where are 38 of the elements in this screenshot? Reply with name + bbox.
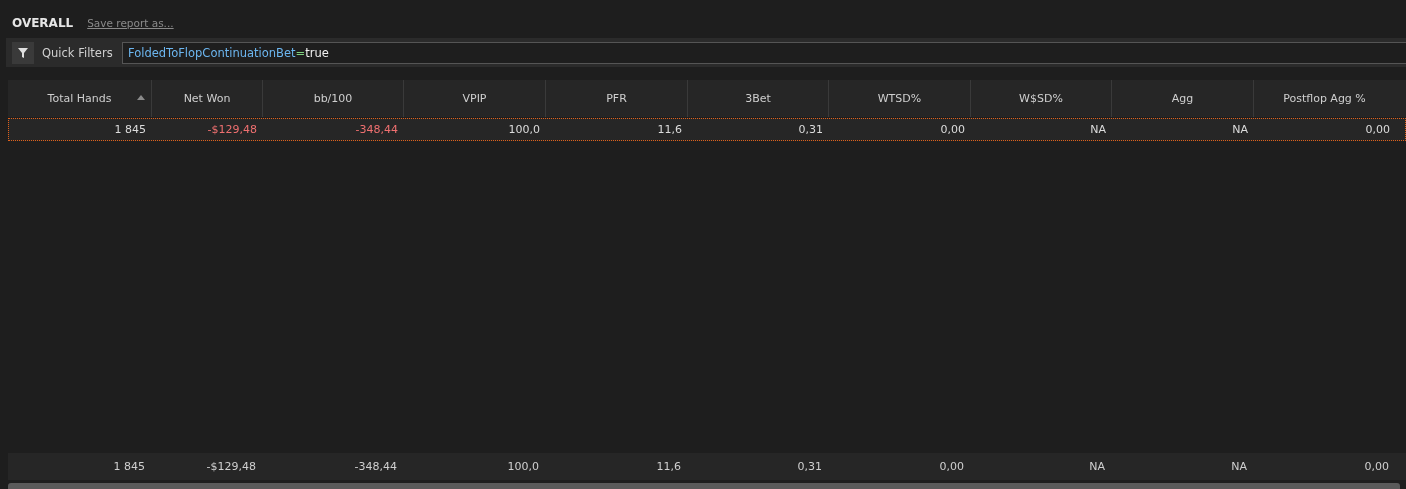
column-header[interactable]: Total Hands <box>8 80 151 117</box>
column-header[interactable]: Postflop Agg % <box>1253 80 1395 117</box>
table-cell-text: 1 845 <box>113 122 147 138</box>
table-cell-text: -348,44 <box>354 122 399 138</box>
filter-button[interactable] <box>12 41 34 64</box>
column-header[interactable]: 3Bet <box>687 80 828 117</box>
column-header[interactable]: Agg <box>1111 80 1253 117</box>
column-header[interactable]: WTSD% <box>828 80 970 117</box>
table-cell-text: 0,00 <box>939 122 966 138</box>
filter-icon <box>18 47 28 58</box>
quick-filters-label: Quick Filters <box>42 45 114 60</box>
table-row[interactable]: 1 845 -$129,48 -348,44 100,0 11,6 0,31 0,00 NA NA 0,00 <box>8 118 1406 141</box>
column-header[interactable]: Net Won <box>151 80 262 117</box>
horizontal-scrollbar[interactable] <box>8 483 1400 489</box>
table-cell-text: 0,31 <box>797 122 824 138</box>
total-cell-text: 1 845 <box>112 459 146 475</box>
total-cell-text: 0,00 <box>1363 459 1390 475</box>
table-cell-text: 100,0 <box>507 122 541 138</box>
total-cell-text: NA <box>1230 459 1248 475</box>
filter-input-field[interactable]: FoldedToFlopContinuationBet=true <box>122 41 1406 64</box>
total-cell-text: -$129,48 <box>205 459 257 475</box>
total-cell-text: 0,31 <box>796 459 823 475</box>
table-cell-text: NA <box>1231 122 1249 138</box>
report-title: OVERALL <box>12 16 74 30</box>
table-cell-text: 0,00 <box>1364 122 1391 138</box>
column-header[interactable]: bb/100 <box>262 80 403 117</box>
column-header[interactable]: PFR <box>545 80 687 117</box>
total-cell-text: 100,0 <box>506 459 540 475</box>
table-cell-text: NA <box>1089 122 1107 138</box>
table-cell-text: -$129,48 <box>206 122 258 138</box>
save-report-link[interactable]: Save report as... <box>87 17 174 29</box>
total-cell-text: 0,00 <box>938 459 965 475</box>
total-cell-text: 11,6 <box>655 459 682 475</box>
column-header[interactable]: W$SD% <box>970 80 1111 117</box>
column-header[interactable]: VPIP <box>403 80 545 117</box>
total-cell-text: NA <box>1088 459 1106 475</box>
total-cell-text: -348,44 <box>353 459 398 475</box>
table-cell-text: 11,6 <box>656 122 683 138</box>
